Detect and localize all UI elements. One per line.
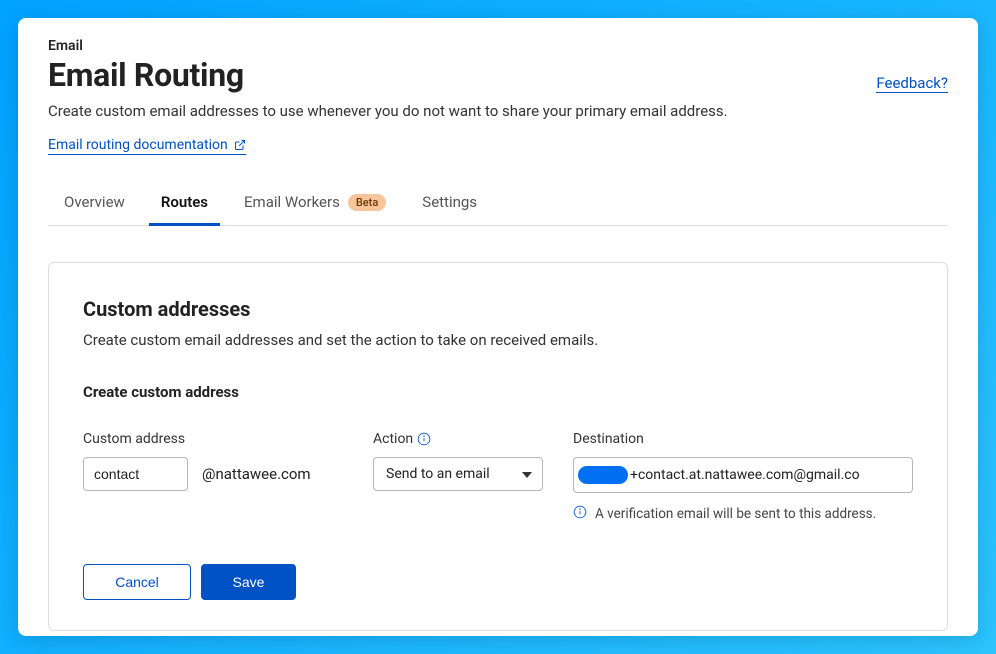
action-column: Action Send to an email <box>373 431 543 491</box>
tabs: Overview Routes Email Workers Beta Setti… <box>48 183 948 226</box>
tab-settings[interactable]: Settings <box>420 183 479 225</box>
custom-address-label: Custom address <box>83 431 343 447</box>
info-icon <box>417 432 431 446</box>
destination-column: Destination +contact.at.nattawee.com@gma… <box>573 431 913 524</box>
tab-routes[interactable]: Routes <box>159 183 210 225</box>
button-row: Cancel Save <box>83 564 913 600</box>
cancel-button[interactable]: Cancel <box>83 564 191 600</box>
page-title: Email Routing <box>48 56 728 94</box>
custom-addresses-panel: Custom addresses Create custom email add… <box>48 262 948 631</box>
create-custom-address-heading: Create custom address <box>83 383 913 401</box>
chevron-down-icon <box>522 466 532 482</box>
panel-title: Custom addresses <box>83 297 913 321</box>
domain-suffix: @nattawee.com <box>202 465 311 483</box>
verification-note: A verification email will be sent to thi… <box>573 505 913 524</box>
destination-label: Destination <box>573 431 913 447</box>
destination-input[interactable]: +contact.at.nattawee.com@gmail.co <box>573 457 913 493</box>
destination-value-text: +contact.at.nattawee.com@gmail.co <box>630 467 860 483</box>
action-label: Action <box>373 431 543 447</box>
form-row: Custom address @nattawee.com Action Se <box>83 431 913 524</box>
custom-address-input[interactable] <box>83 457 188 491</box>
save-button[interactable]: Save <box>201 564 296 600</box>
tab-overview[interactable]: Overview <box>62 183 127 225</box>
redacted-prefix <box>578 466 628 484</box>
info-icon <box>573 505 587 519</box>
documentation-link[interactable]: Email routing documentation <box>48 137 246 155</box>
action-select-value: Send to an email <box>386 466 490 482</box>
header-row: Email Routing Create custom email addres… <box>48 56 948 155</box>
action-select[interactable]: Send to an email <box>373 457 543 491</box>
panel-description: Create custom email addresses and set th… <box>83 331 913 349</box>
beta-badge: Beta <box>348 194 386 211</box>
feedback-link[interactable]: Feedback? <box>876 74 948 93</box>
breadcrumb: Email <box>48 38 948 54</box>
page-description: Create custom email addresses to use whe… <box>48 102 728 120</box>
custom-address-column: Custom address @nattawee.com <box>83 431 343 491</box>
external-link-icon <box>234 139 246 151</box>
custom-address-input-group: @nattawee.com <box>83 457 343 491</box>
tab-email-workers-label: Email Workers <box>244 193 340 211</box>
action-label-text: Action <box>373 431 413 447</box>
email-routing-card: Email Email Routing Create custom email … <box>18 18 978 636</box>
documentation-link-label: Email routing documentation <box>48 137 228 153</box>
tab-email-workers[interactable]: Email Workers Beta <box>242 183 388 225</box>
verification-note-text: A verification email will be sent to thi… <box>595 505 876 524</box>
